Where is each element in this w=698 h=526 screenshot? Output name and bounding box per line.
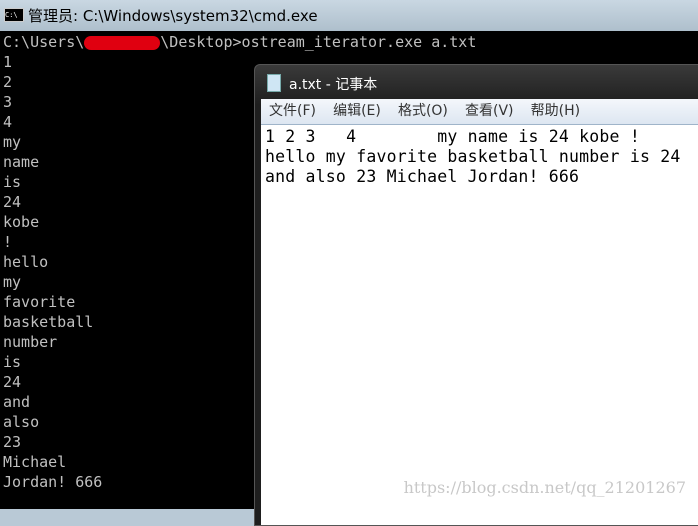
console-line: favorite — [3, 293, 76, 311]
console-line: and — [3, 393, 31, 411]
console-line: name — [3, 153, 40, 171]
console-line: Michael — [3, 453, 67, 471]
console-line: 24 — [3, 373, 22, 391]
console-line: my — [3, 133, 22, 151]
console-line: is — [3, 353, 22, 371]
notepad-icon — [267, 74, 281, 92]
menu-bar: 文件(F) 编辑(E) 格式(O) 查看(V) 帮助(H) — [261, 99, 698, 125]
console-line: 23 — [3, 433, 22, 451]
text-editor[interactable]: 1 2 3 4 my name is 24 kobe ! hello my fa… — [261, 125, 698, 525]
prompt-prefix: C:\Users\ — [3, 33, 85, 51]
console-line: basketball — [3, 313, 94, 331]
cmd-window-title: 管理员: C:\Windows\system32\cmd.exe — [28, 7, 318, 25]
console-line: Jordan! 666 — [3, 473, 103, 491]
cmd-icon: C:\ — [4, 8, 24, 22]
text-line: 1 2 3 4 my name is 24 kobe ! — [265, 127, 640, 146]
notepad-title: a.txt - 记事本 — [289, 77, 378, 93]
menu-file[interactable]: 文件(F) — [269, 99, 316, 124]
console-line: number — [3, 333, 58, 351]
console-line: 3 — [3, 93, 13, 111]
notepad-window[interactable]: a.txt - 记事本 文件(F) 编辑(E) 格式(O) 查看(V) 帮助(H… — [254, 64, 698, 526]
prompt-command: \Desktop>ostream_iterator.exe a.txt — [160, 33, 477, 51]
console-line: 2 — [3, 73, 13, 91]
menu-help[interactable]: 帮助(H) — [531, 99, 580, 124]
console-line: hello — [3, 253, 49, 271]
cmd-title-bar[interactable]: C:\ 管理员: C:\Windows\system32\cmd.exe — [0, 0, 698, 31]
console-line: my — [3, 273, 22, 291]
menu-edit[interactable]: 编辑(E) — [333, 99, 381, 124]
prompt-line: C:\Users\ \Desktop>ostream_iterator.exe a… — [3, 32, 476, 52]
console-line: kobe — [3, 213, 40, 231]
text-line: hello my favorite basketball number is 2… — [265, 147, 681, 166]
menu-view[interactable]: 查看(V) — [465, 99, 514, 124]
text-line: and also 23 Michael Jordan! 666 — [265, 167, 580, 186]
console-line: 1 — [3, 53, 13, 71]
console-line: 24 — [3, 193, 22, 211]
console-line: is — [3, 173, 22, 191]
redacted-username — [84, 35, 161, 50]
watermark: https://blog.csdn.net/qq_21201267 — [403, 478, 686, 497]
console-line: ! — [3, 233, 13, 251]
menu-format[interactable]: 格式(O) — [398, 99, 448, 124]
console-line: also — [3, 413, 40, 431]
console-line: 4 — [3, 113, 13, 131]
